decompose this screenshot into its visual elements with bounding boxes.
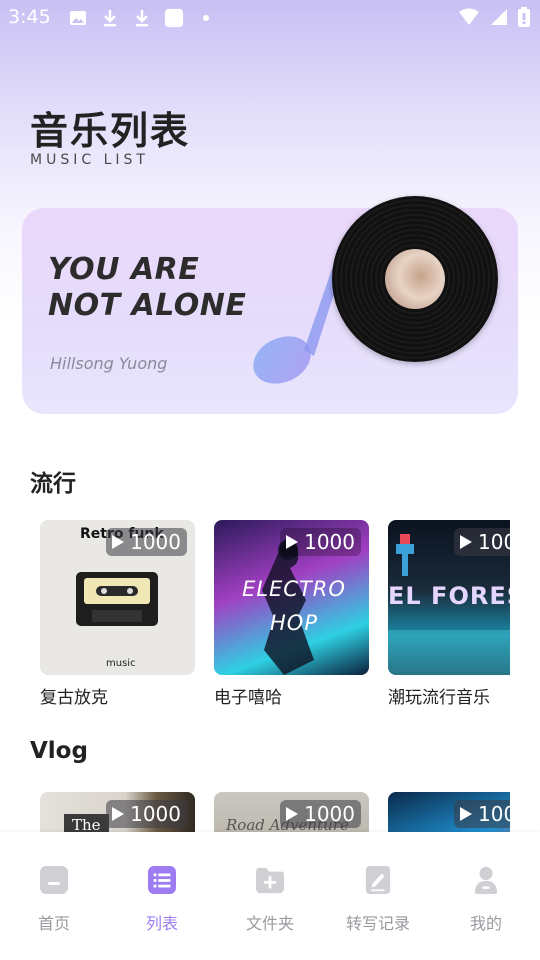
section-title-vlog: Vlog xyxy=(30,738,88,764)
tab-folder[interactable]: 文件夹 xyxy=(216,866,324,934)
wifi-icon xyxy=(458,8,480,30)
page-title: 音乐列表 xyxy=(30,109,191,153)
folder-add-icon xyxy=(256,867,284,894)
playlist-title: 复古放克 xyxy=(40,688,108,706)
playlist-cover: 1000 xyxy=(388,792,510,832)
cover-text: EL FOREST xyxy=(388,582,510,610)
play-icon xyxy=(112,535,125,549)
playlist-title: 电子嘻哈 xyxy=(214,688,282,706)
play-icon xyxy=(286,807,299,821)
play-count-value: 1000 xyxy=(478,530,510,554)
tab-label: 首页 xyxy=(37,914,70,933)
vlog-card-list: The 1000 Road Adventure 1000 1000 xyxy=(40,792,510,832)
play-count: 1000 xyxy=(454,528,510,556)
banner-title: YOU ARE NOT ALONE xyxy=(48,252,246,324)
play-count: 1000 xyxy=(454,800,510,828)
playlist-card[interactable]: The 1000 xyxy=(40,792,195,832)
playlist-cover: Retro funk music 1000 xyxy=(40,520,195,675)
tab-profile[interactable]: 我的 xyxy=(432,866,540,934)
play-count-value: 1000 xyxy=(304,802,355,826)
tab-label: 文件夹 xyxy=(245,914,294,933)
playlist-card[interactable]: Retro funk music 1000 复古放克 xyxy=(40,520,195,706)
play-count: 1000 xyxy=(280,800,361,828)
playlist-cover: Road Adventure 1000 xyxy=(214,792,369,832)
play-icon xyxy=(112,807,125,821)
play-count: 1000 xyxy=(106,528,187,556)
download-icon xyxy=(132,8,152,28)
edit-note-icon xyxy=(365,866,391,894)
app-square-icon xyxy=(164,8,184,28)
tab-list[interactable]: 列表 xyxy=(108,866,216,934)
cover-text: The xyxy=(64,814,109,832)
status-bar: 3:45 xyxy=(0,0,540,36)
download-icon xyxy=(100,8,120,28)
playlist-card[interactable]: EL FOREST 1000 潮玩流行音乐 xyxy=(388,520,510,706)
playlist-title: 潮玩流行音乐 xyxy=(388,688,490,706)
dot-icon xyxy=(196,8,216,28)
playlist-cover: EL FOREST 1000 xyxy=(388,520,510,675)
vinyl-record xyxy=(332,196,498,362)
play-icon xyxy=(460,535,472,549)
banner-artist: Hillsong Yuong xyxy=(50,354,168,373)
vinyl-cover-image xyxy=(385,249,445,309)
playlist-cover: ELECTRO HOP 1000 xyxy=(214,520,369,675)
play-count-value: 1000 xyxy=(130,530,181,554)
play-icon xyxy=(286,535,299,549)
play-count: 1000 xyxy=(280,528,361,556)
playlist-cover: The 1000 xyxy=(40,792,195,832)
home-icon xyxy=(40,866,68,894)
battery-icon xyxy=(518,7,530,31)
profile-icon xyxy=(474,866,498,894)
play-icon xyxy=(460,807,472,821)
playlist-card[interactable]: 1000 xyxy=(388,792,510,832)
section-title-pop: 流行 xyxy=(30,471,76,497)
playlist-card[interactable]: Road Adventure 1000 xyxy=(214,792,369,832)
banner-title-line: NOT ALONE xyxy=(48,288,247,323)
page-subtitle: MUSIC LIST xyxy=(30,152,149,168)
banner-title-line: YOU ARE xyxy=(48,252,200,287)
signal-icon xyxy=(490,8,508,30)
play-count: 1000 xyxy=(106,800,187,828)
gallery-icon xyxy=(68,8,88,28)
pop-card-list: Retro funk music 1000 复古放克 ELECTRO HOP 1… xyxy=(40,520,510,706)
playlist-card[interactable]: ELECTRO HOP 1000 电子嘻哈 xyxy=(214,520,369,706)
cover-subtext: music xyxy=(106,658,136,669)
play-count-value: 1000 xyxy=(478,802,510,826)
cover-text: ELECTRO HOP xyxy=(242,577,346,635)
list-icon xyxy=(148,866,176,894)
tab-label: 列表 xyxy=(145,914,178,933)
tab-home[interactable]: 首页 xyxy=(0,866,108,934)
bottom-tab-bar: 首页 列表 文件夹 转写记录 我的 xyxy=(0,832,540,960)
play-count-value: 1000 xyxy=(304,530,355,554)
tab-transcripts[interactable]: 转写记录 xyxy=(324,866,432,934)
tab-label: 转写记录 xyxy=(345,914,410,933)
play-count-value: 1000 xyxy=(130,802,181,826)
status-time: 3:45 xyxy=(8,6,51,28)
tab-label: 我的 xyxy=(469,914,502,933)
